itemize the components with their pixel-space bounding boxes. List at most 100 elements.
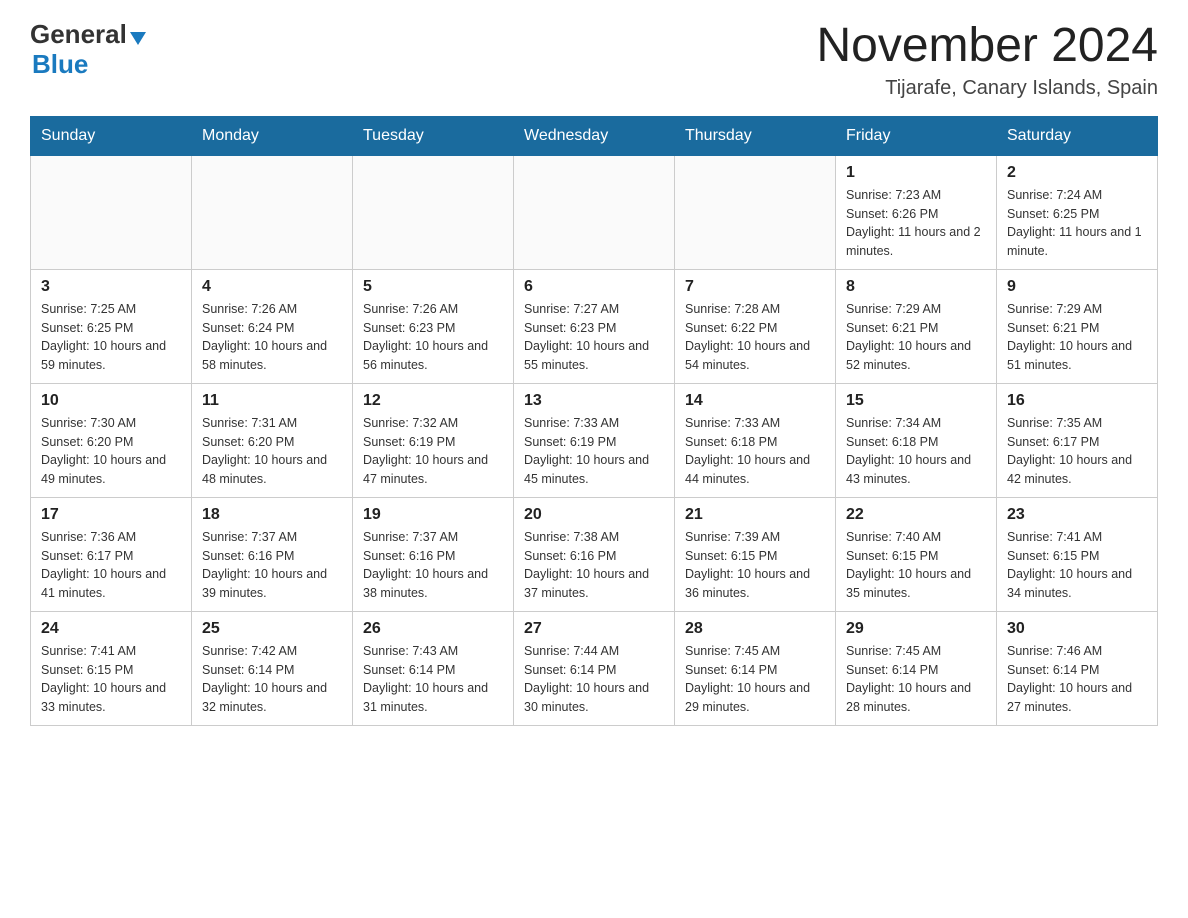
day-info: Sunrise: 7:43 AMSunset: 6:14 PMDaylight:… <box>363 642 503 717</box>
calendar-cell: 9 Sunrise: 7:29 AMSunset: 6:21 PMDaylight… <box>997 269 1158 383</box>
day-info: Sunrise: 7:29 AMSunset: 6:21 PMDaylight:… <box>1007 300 1147 375</box>
calendar-cell: 19 Sunrise: 7:37 AMSunset: 6:16 PMDayligh… <box>353 497 514 611</box>
day-info: Sunrise: 7:37 AMSunset: 6:16 PMDaylight:… <box>202 528 342 603</box>
calendar-cell: 24 Sunrise: 7:41 AMSunset: 6:15 PMDayligh… <box>31 611 192 725</box>
day-info: Sunrise: 7:41 AMSunset: 6:15 PMDaylight:… <box>1007 528 1147 603</box>
weekday-header-tuesday: Tuesday <box>353 116 514 155</box>
weekday-header-wednesday: Wednesday <box>514 116 675 155</box>
day-info: Sunrise: 7:35 AMSunset: 6:17 PMDaylight:… <box>1007 414 1147 489</box>
day-number: 16 <box>1007 392 1147 410</box>
day-number: 6 <box>524 278 664 296</box>
day-number: 5 <box>363 278 503 296</box>
calendar-cell: 23 Sunrise: 7:41 AMSunset: 6:15 PMDayligh… <box>997 497 1158 611</box>
day-info: Sunrise: 7:27 AMSunset: 6:23 PMDaylight:… <box>524 300 664 375</box>
day-number: 4 <box>202 278 342 296</box>
day-info: Sunrise: 7:46 AMSunset: 6:14 PMDaylight:… <box>1007 642 1147 717</box>
day-number: 29 <box>846 620 986 638</box>
calendar-week-2: 3 Sunrise: 7:25 AMSunset: 6:25 PMDaylight… <box>31 269 1158 383</box>
day-info: Sunrise: 7:38 AMSunset: 6:16 PMDaylight:… <box>524 528 664 603</box>
day-info: Sunrise: 7:33 AMSunset: 6:18 PMDaylight:… <box>685 414 825 489</box>
day-number: 20 <box>524 506 664 524</box>
day-number: 24 <box>41 620 181 638</box>
day-info: Sunrise: 7:26 AMSunset: 6:23 PMDaylight:… <box>363 300 503 375</box>
calendar-cell: 4 Sunrise: 7:26 AMSunset: 6:24 PMDaylight… <box>192 269 353 383</box>
day-info: Sunrise: 7:45 AMSunset: 6:14 PMDaylight:… <box>846 642 986 717</box>
weekday-header-friday: Friday <box>836 116 997 155</box>
day-info: Sunrise: 7:28 AMSunset: 6:22 PMDaylight:… <box>685 300 825 375</box>
weekday-header-monday: Monday <box>192 116 353 155</box>
calendar-cell: 29 Sunrise: 7:45 AMSunset: 6:14 PMDayligh… <box>836 611 997 725</box>
logo-triangle-icon <box>130 32 146 45</box>
calendar-cell <box>353 155 514 269</box>
calendar-cell: 10 Sunrise: 7:30 AMSunset: 6:20 PMDayligh… <box>31 383 192 497</box>
calendar-cell: 27 Sunrise: 7:44 AMSunset: 6:14 PMDayligh… <box>514 611 675 725</box>
day-info: Sunrise: 7:31 AMSunset: 6:20 PMDaylight:… <box>202 414 342 489</box>
calendar-cell: 3 Sunrise: 7:25 AMSunset: 6:25 PMDaylight… <box>31 269 192 383</box>
day-number: 2 <box>1007 164 1147 182</box>
day-number: 19 <box>363 506 503 524</box>
day-number: 23 <box>1007 506 1147 524</box>
day-info: Sunrise: 7:30 AMSunset: 6:20 PMDaylight:… <box>41 414 181 489</box>
calendar-cell: 30 Sunrise: 7:46 AMSunset: 6:14 PMDayligh… <box>997 611 1158 725</box>
calendar-cell: 8Sunrise: 7:29 AMSunset: 6:21 PMDaylight… <box>836 269 997 383</box>
calendar-cell: 15 Sunrise: 7:34 AMSunset: 6:18 PMDayligh… <box>836 383 997 497</box>
day-number: 22 <box>846 506 986 524</box>
day-number: 25 <box>202 620 342 638</box>
weekday-header-sunday: Sunday <box>31 116 192 155</box>
logo-general: General <box>30 20 127 49</box>
calendar-cell: 16 Sunrise: 7:35 AMSunset: 6:17 PMDayligh… <box>997 383 1158 497</box>
day-number: 3 <box>41 278 181 296</box>
calendar-cell: 22 Sunrise: 7:40 AMSunset: 6:15 PMDayligh… <box>836 497 997 611</box>
day-number: 21 <box>685 506 825 524</box>
calendar-week-4: 17Sunrise: 7:36 AMSunset: 6:17 PMDayligh… <box>31 497 1158 611</box>
day-number: 28 <box>685 620 825 638</box>
day-number: 27 <box>524 620 664 638</box>
day-info: Sunrise: 7:34 AMSunset: 6:18 PMDaylight:… <box>846 414 986 489</box>
calendar-cell: 1 Sunrise: 7:23 AMSunset: 6:26 PMDaylight… <box>836 155 997 269</box>
day-info: Sunrise: 7:23 AMSunset: 6:26 PMDaylight:… <box>846 186 986 261</box>
calendar-cell <box>675 155 836 269</box>
day-info: Sunrise: 7:42 AMSunset: 6:14 PMDaylight:… <box>202 642 342 717</box>
calendar-cell: 7 Sunrise: 7:28 AMSunset: 6:22 PMDaylight… <box>675 269 836 383</box>
calendar-cell <box>192 155 353 269</box>
calendar-cell: 14 Sunrise: 7:33 AMSunset: 6:18 PMDayligh… <box>675 383 836 497</box>
day-number: 14 <box>685 392 825 410</box>
weekday-header-saturday: Saturday <box>997 116 1158 155</box>
day-number: 9 <box>1007 278 1147 296</box>
calendar-cell <box>31 155 192 269</box>
day-info: Sunrise: 7:39 AMSunset: 6:15 PMDaylight:… <box>685 528 825 603</box>
day-number: 10 <box>41 392 181 410</box>
calendar-cell: 13Sunrise: 7:33 AMSunset: 6:19 PMDayligh… <box>514 383 675 497</box>
day-number: 11 <box>202 392 342 410</box>
day-number: 7 <box>685 278 825 296</box>
calendar-cell: 5 Sunrise: 7:26 AMSunset: 6:23 PMDaylight… <box>353 269 514 383</box>
day-info: Sunrise: 7:44 AMSunset: 6:14 PMDaylight:… <box>524 642 664 717</box>
day-number: 13 <box>524 392 664 410</box>
day-number: 30 <box>1007 620 1147 638</box>
weekday-header-thursday: Thursday <box>675 116 836 155</box>
calendar-cell: 20 Sunrise: 7:38 AMSunset: 6:16 PMDayligh… <box>514 497 675 611</box>
day-info: Sunrise: 7:37 AMSunset: 6:16 PMDaylight:… <box>363 528 503 603</box>
calendar-cell: 6 Sunrise: 7:27 AMSunset: 6:23 PMDaylight… <box>514 269 675 383</box>
calendar-week-5: 24 Sunrise: 7:41 AMSunset: 6:15 PMDayligh… <box>31 611 1158 725</box>
page-header: General Blue November 2024 Tijarafe, Can… <box>30 20 1158 100</box>
calendar-cell <box>514 155 675 269</box>
day-info: Sunrise: 7:45 AMSunset: 6:14 PMDaylight:… <box>685 642 825 717</box>
day-number: 8 <box>846 278 986 296</box>
calendar-table: SundayMondayTuesdayWednesdayThursdayFrid… <box>30 116 1158 726</box>
calendar-cell: 17Sunrise: 7:36 AMSunset: 6:17 PMDayligh… <box>31 497 192 611</box>
day-info: Sunrise: 7:24 AMSunset: 6:25 PMDaylight:… <box>1007 186 1147 261</box>
calendar-cell: 28 Sunrise: 7:45 AMSunset: 6:14 PMDayligh… <box>675 611 836 725</box>
calendar-cell: 18Sunrise: 7:37 AMSunset: 6:16 PMDayligh… <box>192 497 353 611</box>
day-info: Sunrise: 7:26 AMSunset: 6:24 PMDaylight:… <box>202 300 342 375</box>
calendar-cell: 21 Sunrise: 7:39 AMSunset: 6:15 PMDayligh… <box>675 497 836 611</box>
day-number: 1 <box>846 164 986 182</box>
logo: General Blue <box>30 20 146 80</box>
day-info: Sunrise: 7:25 AMSunset: 6:25 PMDaylight:… <box>41 300 181 375</box>
day-info: Sunrise: 7:41 AMSunset: 6:15 PMDaylight:… <box>41 642 181 717</box>
day-number: 17 <box>41 506 181 524</box>
day-number: 15 <box>846 392 986 410</box>
calendar-cell: 11 Sunrise: 7:31 AMSunset: 6:20 PMDayligh… <box>192 383 353 497</box>
location-subtitle: Tijarafe, Canary Islands, Spain <box>816 77 1158 100</box>
day-info: Sunrise: 7:40 AMSunset: 6:15 PMDaylight:… <box>846 528 986 603</box>
